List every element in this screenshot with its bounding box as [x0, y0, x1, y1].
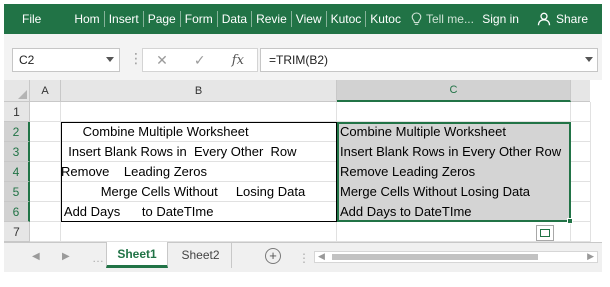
sheet-tab-sheet2[interactable]: Sheet2 [170, 242, 232, 268]
tab-kutools[interactable]: Kutoc [328, 4, 365, 34]
scroll-left-icon[interactable]: ◀ [318, 251, 325, 262]
cell-c5[interactable]: Merge Cells Without Losing Data [340, 182, 570, 202]
share-button[interactable]: Share [537, 12, 588, 26]
ribbon-divider [365, 11, 367, 27]
ribbon: File Hom Insert Page Form Data Revie Vie… [4, 4, 602, 34]
ribbon-divider [325, 11, 327, 27]
tab-splitter-icon[interactable]: ⋮ [298, 251, 310, 265]
add-sheet-icon[interactable]: + [265, 248, 281, 264]
cell-b5[interactable]: Merge Cells Without Losing Data [61, 182, 337, 202]
quick-analysis-button[interactable] [536, 225, 554, 241]
formula-text: =TRIM(B2) [269, 53, 329, 67]
row-header-2[interactable]: 2 [4, 122, 30, 142]
scroll-right-icon[interactable]: ▶ [587, 251, 594, 262]
insert-function-icon[interactable]: fx [232, 53, 244, 68]
tab-data[interactable]: Data [219, 4, 250, 34]
cell-b2[interactable]: Combine Multiple Worksheet [61, 122, 337, 142]
person-icon [537, 12, 551, 26]
tab-dots-icon: … [92, 251, 104, 265]
cell-b3[interactable]: Insert Blank Rows in Every Other Row [61, 142, 337, 162]
formula-bar: C2 ⋮ ✕ ✓ fx =TRIM(B2) [4, 34, 602, 80]
cell-b4[interactable]: Remove Leading Zeros [61, 162, 337, 182]
scroll-tabs-left-icon[interactable]: ◀ [32, 251, 40, 262]
ribbon-divider [290, 11, 292, 27]
vertical-scrollbar[interactable] [590, 102, 602, 242]
tab-home[interactable]: Hom [71, 4, 102, 34]
column-header-c[interactable]: C [337, 80, 571, 102]
quick-analysis-icon [540, 229, 550, 237]
expand-formula-icon[interactable] [585, 57, 593, 62]
ribbon-right: Sign in Share [482, 12, 602, 26]
tab-formulas[interactable]: Form [182, 4, 216, 34]
fill-handle[interactable] [567, 218, 573, 224]
ribbon-divider [179, 11, 181, 27]
name-box-value: C2 [19, 53, 35, 67]
lightbulb-icon [411, 12, 422, 25]
cell-c6[interactable]: Add Days to DateTIme [340, 202, 570, 222]
tab-view[interactable]: View [293, 4, 325, 34]
tab-review[interactable]: Revie [253, 4, 290, 34]
horizontal-scrollbar[interactable]: ◀ ▶ [314, 251, 598, 263]
scroll-tabs-right-icon[interactable]: ▶ [62, 251, 70, 262]
formula-controls: ✕ ✓ fx [142, 48, 258, 72]
cell-b6[interactable]: Add Days to DateTIme [61, 202, 337, 222]
ribbon-divider [216, 11, 218, 27]
column-header-b[interactable]: B [61, 80, 337, 102]
worksheet-grid[interactable]: A B C 1 2 3 4 5 6 7 Combine Multiple Wor… [4, 80, 602, 242]
scroll-thumb[interactable] [332, 254, 538, 260]
sign-in-link[interactable]: Sign in [482, 12, 519, 26]
tell-me-box[interactable]: Tell me... [408, 4, 477, 34]
ribbon-divider [103, 11, 105, 27]
formula-input[interactable]: =TRIM(B2) [260, 48, 598, 72]
sheet-tab-sheet1[interactable]: Sheet1 [106, 242, 168, 268]
cell-c2[interactable]: Combine Multiple Worksheet [340, 122, 570, 142]
ribbon-divider [142, 11, 144, 27]
enter-icon[interactable]: ✓ [194, 52, 206, 69]
column-header-a[interactable]: A [30, 80, 61, 102]
cell-c3[interactable]: Insert Blank Rows in Every Other Row [340, 142, 570, 162]
chevron-down-icon[interactable] [106, 57, 114, 62]
share-label: Share [555, 12, 588, 26]
row-header-1[interactable]: 1 [4, 102, 30, 122]
cell-c4[interactable]: Remove Leading Zeros [340, 162, 570, 182]
ribbon-divider [251, 11, 253, 27]
select-all-button[interactable] [4, 80, 30, 102]
tab-insert[interactable]: Insert [106, 4, 142, 34]
tab-page-layout[interactable]: Page [145, 4, 179, 34]
file-tab[interactable]: File [4, 4, 71, 34]
row-header-5[interactable]: 5 [4, 182, 30, 202]
row-header-4[interactable]: 4 [4, 162, 30, 182]
cancel-icon[interactable]: ✕ [156, 52, 168, 69]
row-header-7[interactable]: 7 [4, 222, 30, 242]
column-header-blank [571, 80, 590, 102]
name-box[interactable]: C2 [12, 48, 120, 72]
tell-me-text: Tell me... [425, 12, 474, 26]
row-header-6[interactable]: 6 [4, 202, 30, 222]
tab-kutools-plus[interactable]: Kutoc [367, 4, 404, 34]
sheet-tab-bar: ◀ ▶ … Sheet1 Sheet2 + ⋮ ◀ ▶ [4, 242, 602, 272]
select-all-icon [18, 90, 27, 99]
row-header-3[interactable]: 3 [4, 142, 30, 162]
